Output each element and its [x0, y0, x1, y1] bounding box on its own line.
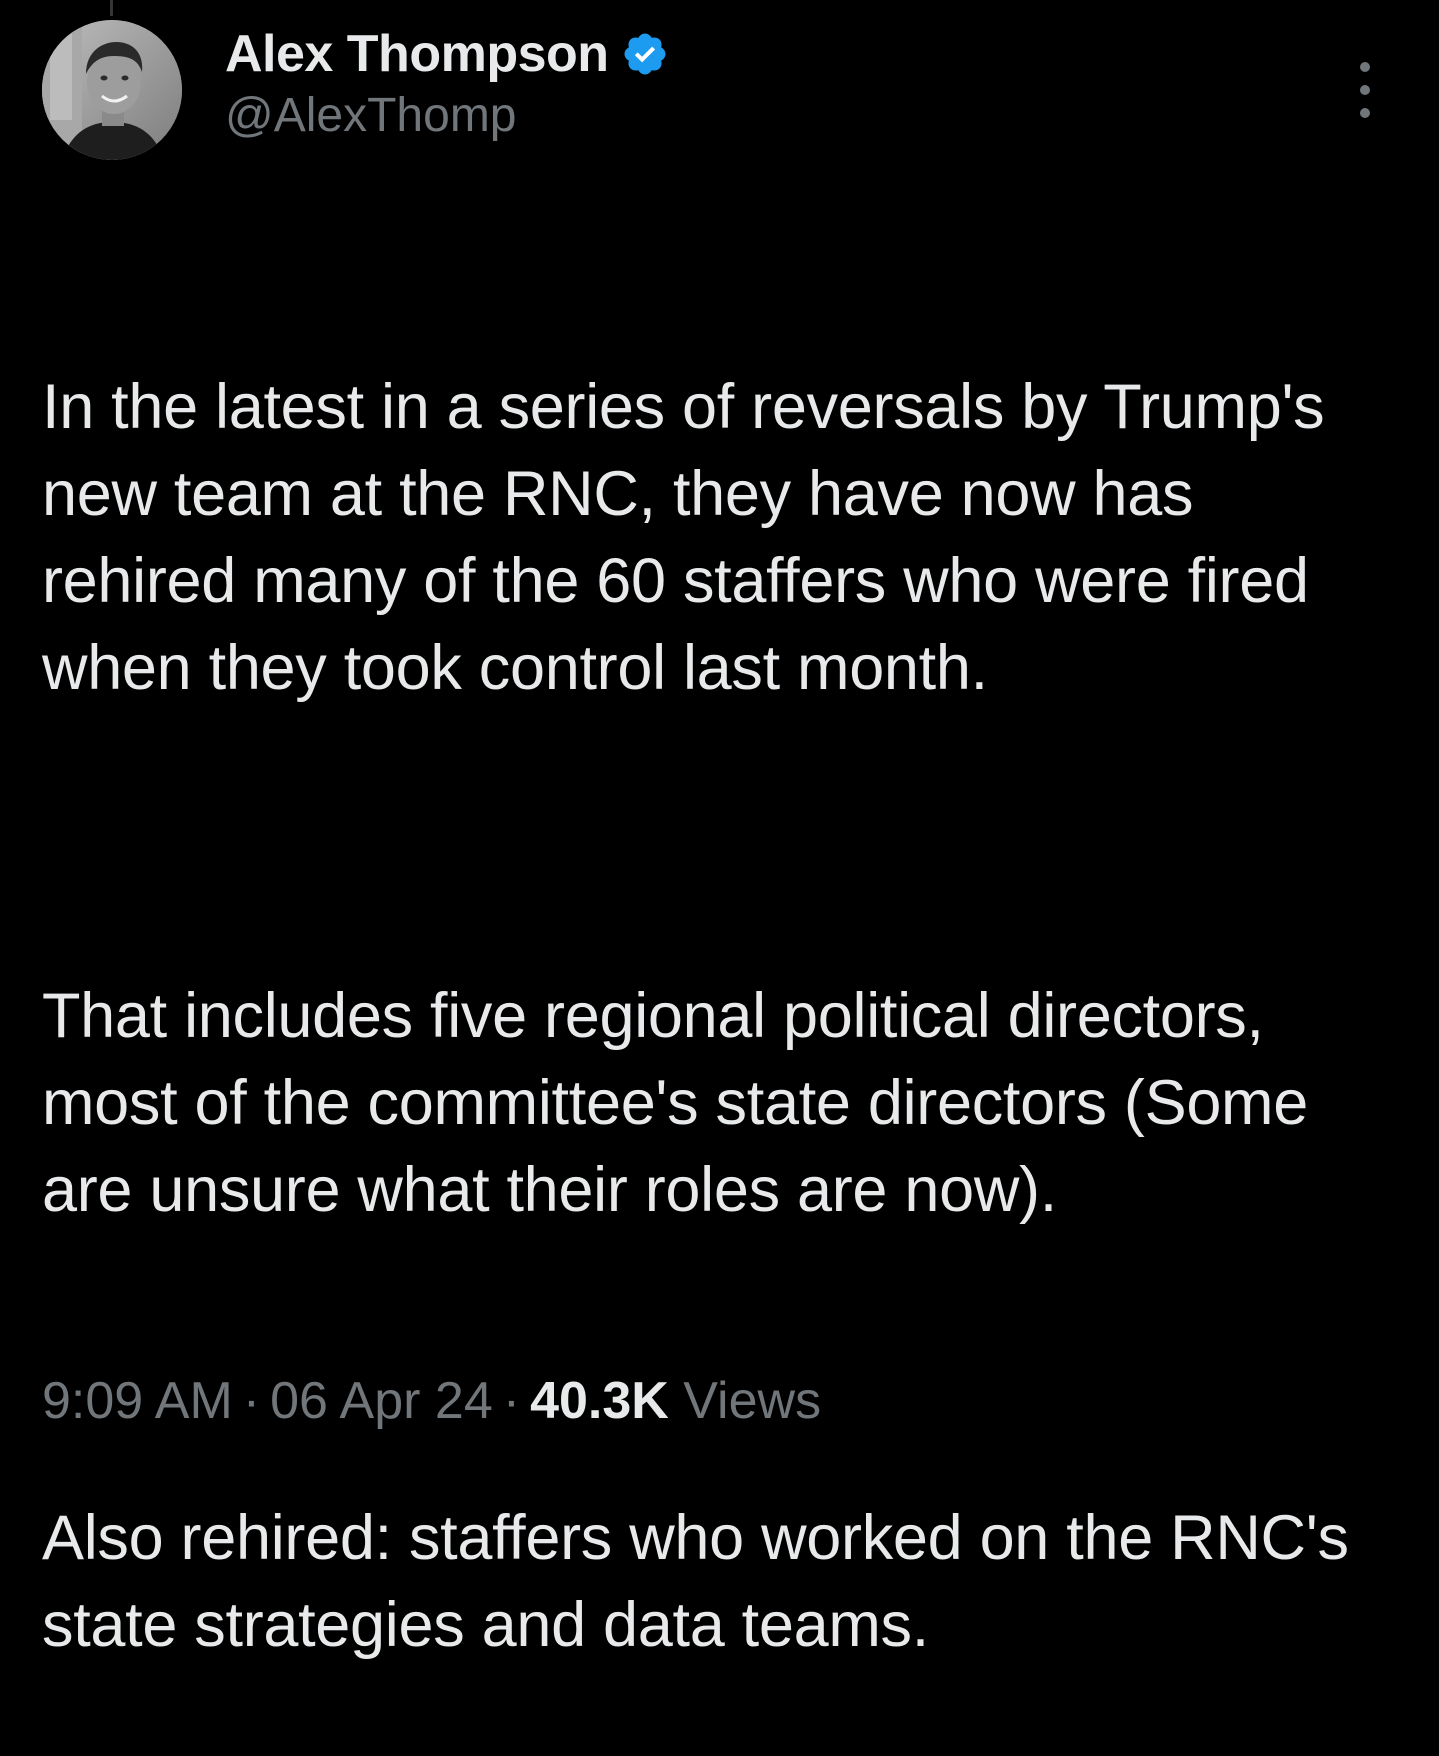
views-label: Views: [683, 1372, 822, 1430]
avatar[interactable]: [42, 20, 182, 160]
tweet-text: In the latest in a series of reversals b…: [42, 190, 1402, 1756]
meta-separator: ·: [502, 1372, 521, 1430]
verified-badge-icon[interactable]: [621, 30, 669, 78]
more-vertical-icon: [1360, 62, 1370, 118]
avatar-image: [42, 20, 182, 160]
thread-connector-line: [110, 0, 113, 16]
tweet-header: Alex Thompson @AlexThomp: [42, 20, 1402, 160]
tweet-time[interactable]: 9:09 AM: [42, 1372, 233, 1430]
meta-separator: ·: [242, 1372, 261, 1430]
name-row: Alex Thompson: [225, 24, 669, 84]
views-count[interactable]: 40.3K: [530, 1372, 669, 1430]
user-handle[interactable]: @AlexThomp: [225, 88, 669, 143]
tweet-paragraph: In the latest in a series of reversals b…: [42, 372, 1342, 703]
tweet-date[interactable]: 06 Apr 24: [270, 1372, 493, 1430]
tweet-meta: 9:09 AM · 06 Apr 24 · 40.3K Views: [42, 1365, 821, 1437]
tweet-paragraph: Also rehired: staffers who worked on the…: [42, 1503, 1366, 1660]
more-options-button[interactable]: [1350, 50, 1380, 130]
tweet-paragraph: That includes five regional political di…: [42, 981, 1326, 1225]
display-name[interactable]: Alex Thompson: [225, 24, 609, 84]
author-block: Alex Thompson @AlexThomp: [225, 24, 669, 143]
